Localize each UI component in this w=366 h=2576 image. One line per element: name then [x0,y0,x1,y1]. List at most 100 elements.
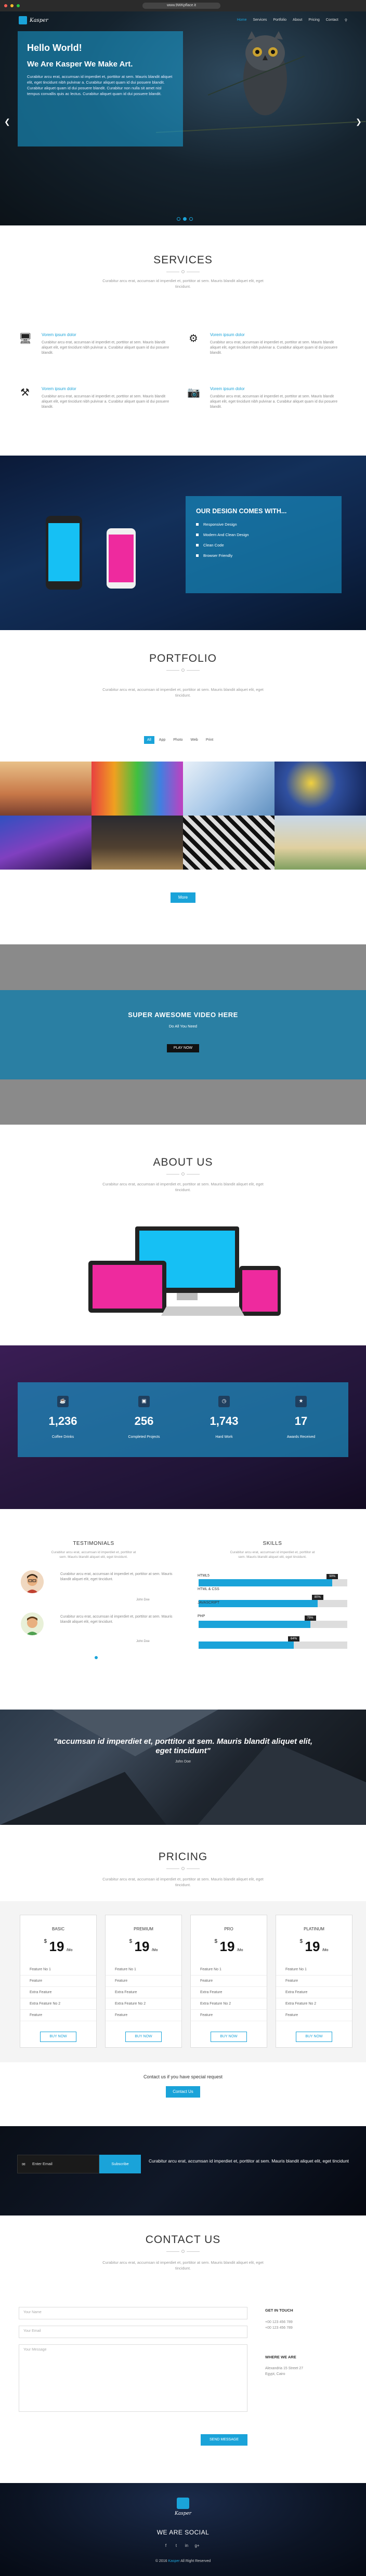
title-divider [166,2249,200,2253]
title-divider [166,1172,200,1176]
subscribe-button[interactable]: Subscribe [99,2155,141,2173]
portfolio-subtitle: Curabitur arcu erat, accumsan id imperdi… [102,687,264,698]
nav-link-services[interactable]: Services [253,18,267,22]
phone-number: +00 123 456 789 [265,2320,293,2324]
navbar: Kasper Home Services Portfolio About Pri… [0,11,366,29]
price-currency: $ [129,1939,133,1944]
testimonial-dot[interactable] [95,1656,98,1659]
brand-name[interactable]: Kasper [30,18,48,23]
buy-now-button[interactable]: BUY NOW [211,2032,247,2042]
email-input[interactable]: Your Email [19,2326,247,2338]
skill-percent: 80% [311,1595,323,1600]
buy-now-button[interactable]: BUY NOW [40,2032,76,2042]
pricing-plan: BASIC $ 19 /Mo Feature No 1 Feature Extra Fe… [20,1915,97,2048]
facebook-icon[interactable]: f [162,2542,169,2550]
testimonials-title: TESTIMONIALS [73,1541,114,1546]
filter-all[interactable]: All [144,736,154,744]
filter-photo[interactable]: Photo [170,736,186,744]
camera-icon: 📷 [187,387,200,398]
message-textarea[interactable]: Your Message [19,2344,247,2412]
nav-link-contact[interactable]: Contact [326,18,338,22]
services-subtitle: Curabitur arcu erat, accumsan id imperdi… [102,278,264,289]
plan-price: $ 19 /Mo [20,1939,96,1955]
skill-percent: 64% [288,1636,300,1641]
portfolio-image[interactable] [92,816,183,870]
slider-dot-active[interactable] [183,217,187,221]
stat-item: ☕ 1,236 Coffee Drinks [37,1396,89,1439]
nav-link-home[interactable]: Home [237,18,247,22]
service-text: Curabitur arcu erat, accumsan id imperdi… [210,341,338,355]
copyright-text: All Right Reserved [180,2559,211,2563]
phone-number: +00 123 456 789 [265,2326,293,2330]
google-plus-icon[interactable]: g+ [193,2542,201,2550]
stat-value: 1,743 [210,1414,239,1427]
service-item: ⚒ Vorem ipsum dolor Curabitur arcu erat,… [19,386,175,410]
portfolio-image[interactable] [274,816,366,870]
logo-icon[interactable] [19,16,27,24]
video-title: SUPER AWESOME VIDEO HERE [128,1011,238,1019]
portfolio-image[interactable] [183,816,274,870]
pricing-subtitle: Curabitur arcu erat, accumsan id imperdi… [102,1877,264,1887]
quote-text: "accumsan id imperdiet et, porttitor at … [53,1737,313,1755]
prev-slide-arrow-icon[interactable]: ❮ [4,117,10,126]
services-title: SERVICES [153,254,213,266]
filter-print[interactable]: Print [203,736,216,744]
special-request-text: Contact us if you have special request [143,2074,223,2079]
contact-subtitle: Curabitur arcu erat, accumsan id imperdi… [102,2260,264,2271]
plan-feature: Extra Feature No 2 [106,1998,181,2010]
testimonial-author: John Doe [136,1598,150,1601]
hero-caption: Hello World! We Are Kasper We Make Art. … [18,31,183,146]
feature-item: Browser Friendly [196,553,342,558]
portfolio-image[interactable] [183,762,274,816]
tools-icon: ⚒ [20,387,30,398]
testimonial-author: John Doe [136,1640,150,1643]
buy-now-button[interactable]: BUY NOW [296,2032,332,2042]
stat-label: Hard Work [215,1435,233,1439]
copyright-brand[interactable]: Kasper [168,2559,179,2563]
filter-web[interactable]: Web [188,736,201,744]
copyright-year: © 2016 [155,2559,167,2563]
maximize-window-icon[interactable] [17,4,20,7]
footer-logo-icon[interactable] [177,2498,189,2509]
minimize-window-icon[interactable] [10,4,14,7]
phone-mockup [107,528,136,589]
quote-author: John Doe [175,1760,191,1764]
contact-us-button[interactable]: Contact Us [166,2086,200,2098]
plan-feature: Feature No 1 [191,1964,267,1976]
twitter-icon[interactable]: t [173,2542,180,2550]
search-icon[interactable]: ⚲ [345,18,347,22]
close-window-icon[interactable] [4,4,7,7]
nav-link-about[interactable]: About [293,18,302,22]
portfolio-image[interactable] [0,762,92,816]
hero-greeting: Hello World! [27,43,82,53]
portfolio-image[interactable] [274,762,366,816]
address-bar[interactable]: www.9WKpflace.it [142,3,220,9]
title-divider [166,668,200,672]
play-video-button[interactable]: PLAY NOW [167,1044,199,1052]
plan-price: $ 19 /Mo [106,1939,181,1955]
envelope-icon: ✉ [22,2162,25,2167]
copyright: © 2016 Kasper All Right Reserved [0,2559,366,2563]
portfolio-image[interactable] [0,816,92,870]
portfolio-image[interactable] [92,762,183,816]
slider-dot[interactable] [189,217,193,221]
newsletter-email-input[interactable]: Enter Email [17,2155,99,2173]
next-slide-arrow-icon[interactable]: ❯ [356,117,362,126]
hero-headline: We Are Kasper We Make Art. [27,60,133,69]
send-message-button[interactable]: SEND MESSAGE [201,2434,247,2446]
linkedin-icon[interactable]: in [183,2542,190,2550]
stat-label: Completed Projects [128,1435,160,1439]
testimonials-subtitle: Curabitur arcu erat, accumsan id imperdi… [51,1551,136,1559]
nav-link-pricing[interactable]: Pricing [308,18,319,22]
buy-now-button[interactable]: BUY NOW [125,2032,162,2042]
slider-dot[interactable] [177,217,180,221]
price-currency: $ [299,1939,303,1944]
filter-app[interactable]: App [156,736,168,744]
portfolio-more-button[interactable]: More [171,892,195,903]
service-title: Vorem ipsum dolor [210,332,245,337]
owl-illustration [243,31,287,115]
service-text: Curabitur arcu erat, accumsan id imperdi… [210,395,338,409]
slider-dots [177,217,193,221]
name-input[interactable]: Your Name [19,2307,247,2319]
nav-link-portfolio[interactable]: Portfolio [273,18,286,22]
